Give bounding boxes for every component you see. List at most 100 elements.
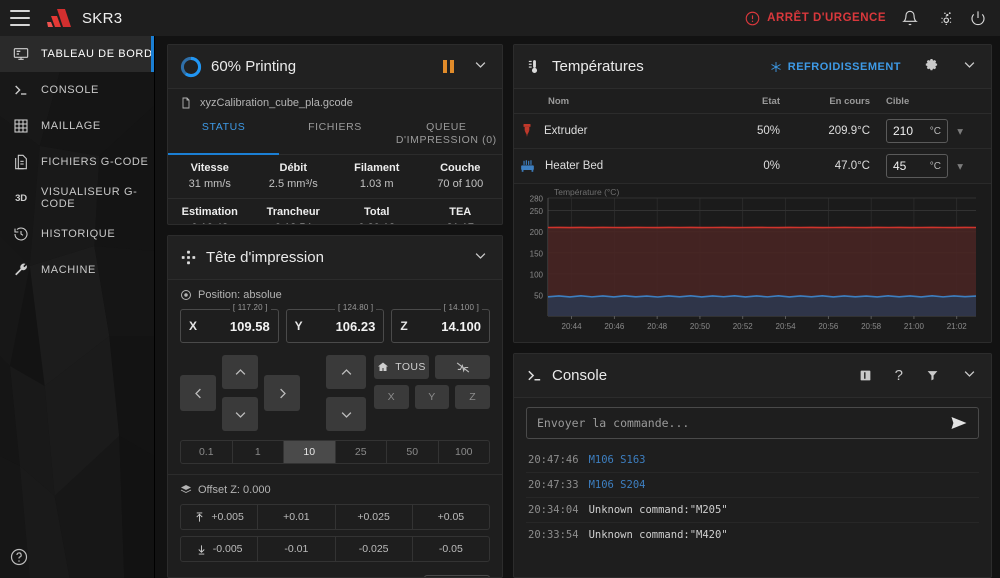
z-offset-value: -0.005: [212, 543, 243, 556]
console-log: 20:47:46 M106 S163 20:47:33 M106 S204 20…: [526, 448, 979, 547]
print-stats-row-2: Estimation 0:16:42 Trancheur 0:12:54 Tot…: [168, 199, 502, 224]
heater-state: 0%: [706, 148, 786, 184]
jog-y-plus-button[interactable]: [222, 355, 258, 390]
sidebar-item-mesh[interactable]: MAILLAGE: [0, 108, 154, 144]
z-offset-down-0005[interactable]: -0.005: [181, 537, 259, 562]
chevron-left-icon: [194, 388, 201, 399]
power-icon[interactable]: [968, 8, 988, 28]
jog-x-plus-button[interactable]: [264, 375, 300, 412]
jog-z-plus-button[interactable]: [326, 355, 366, 390]
sidebar-item-label: MACHINE: [41, 264, 96, 276]
chevron-down-icon[interactable]: [469, 248, 492, 268]
axis-z-readout[interactable]: [ 14.100 ] Z 14.100: [391, 303, 491, 344]
z-offset-down-005[interactable]: -0.05: [413, 537, 489, 561]
axis-y-label: Y: [294, 319, 303, 334]
tab-status[interactable]: STATUS: [168, 113, 280, 156]
home-icon: [378, 362, 389, 372]
caret-down-icon[interactable]: ▾: [951, 126, 963, 138]
tab-print-queue[interactable]: QUEUE D'IMPRESSION (0): [391, 113, 502, 154]
axis-y-readout[interactable]: [ 124.80 ] Y 106.23: [285, 303, 385, 344]
jog-y-minus-button[interactable]: [222, 397, 258, 432]
step-25[interactable]: 25: [336, 441, 387, 464]
heater-target-input[interactable]: 45 °C: [886, 154, 948, 178]
temperatures-title: Températures: [552, 58, 644, 75]
hamburger-icon[interactable]: [10, 10, 30, 26]
jog-xy-pad: [180, 355, 320, 432]
home-row-top: TOUS: [374, 355, 490, 380]
z-offset-up-001[interactable]: +0.01: [258, 505, 336, 530]
axis-x-value: 109.58: [229, 318, 270, 334]
col-current: En cours: [786, 89, 876, 114]
list-item: 20:33:54 Unknown command:"M420": [526, 522, 979, 547]
progress-ring-icon: [180, 56, 202, 77]
z-offset-down-row: -0.005 -0.01 -0.025 -0.05: [180, 536, 490, 563]
jog-z-pad: [326, 355, 368, 432]
arrow-up-icon: [196, 512, 203, 522]
sidebar-item-gcode-files[interactable]: FICHIERS G-CODE: [0, 144, 154, 180]
stat-value: 0:30:13: [337, 222, 417, 224]
stat-label: Couche: [440, 162, 481, 175]
panel-icon[interactable]: [859, 369, 872, 382]
cooling-button[interactable]: REFROIDISSEMENT: [770, 61, 901, 73]
step-1[interactable]: 1: [233, 441, 284, 464]
stat-value: 21:17: [421, 222, 501, 224]
home-x-button[interactable]: X: [374, 385, 409, 410]
file-code-icon: [12, 153, 30, 171]
z-offset-up-0025[interactable]: +0.025: [336, 505, 413, 530]
main-content: 60% Printing xyzCalibration_cube_pla.gco…: [155, 36, 1000, 578]
sidebar-item-label: MAILLAGE: [41, 120, 101, 132]
pause-icon[interactable]: [443, 60, 454, 73]
topbar-actions: ARRÊT D'URGENCE: [745, 8, 988, 28]
step-0-1[interactable]: 0.1: [181, 441, 233, 464]
sidebar-item-history[interactable]: HISTORIQUE: [0, 216, 154, 252]
temperatures-table: Nom Etat En cours Cible Extruder 50% 209…: [514, 89, 991, 184]
home-z-button[interactable]: Z: [455, 385, 491, 410]
gear-icon[interactable]: [924, 59, 939, 74]
table-row: Heater Bed 0% 47.0°C 45 °C ▾: [514, 148, 991, 184]
step-50[interactable]: 50: [387, 441, 439, 464]
step-size-selector: 0.1 1 10 25 50 100: [180, 440, 490, 465]
caret-down-icon[interactable]: ▾: [951, 161, 963, 173]
stat-flow: Débit 2.5 mm³/s: [252, 155, 336, 198]
sidebar-item-console[interactable]: CONSOLE: [0, 72, 154, 108]
svg-text:20:48: 20:48: [647, 322, 668, 331]
right-column: Températures REFROIDISSEMENT Nom Etat En…: [513, 44, 992, 578]
z-offset-down-001[interactable]: -0.01: [258, 537, 336, 562]
send-icon[interactable]: [950, 416, 968, 430]
tab-files[interactable]: FICHIERS: [279, 113, 390, 154]
chevron-down-icon[interactable]: [958, 366, 981, 386]
app-body: TABLEAU DE BORD CONSOLE MAILLAGE FICHIER…: [0, 36, 1000, 578]
console-command-input[interactable]: [537, 416, 950, 430]
settings-gear-icon[interactable]: [934, 8, 954, 28]
help-circle-icon[interactable]: [10, 548, 28, 566]
jog-x-minus-button[interactable]: [180, 375, 216, 412]
stat-label: Trancheur: [266, 206, 320, 219]
z-offset-up-row: +0.005 +0.01 +0.025 +0.05: [180, 504, 490, 531]
sidebar-item-dashboard[interactable]: TABLEAU DE BORD: [0, 36, 154, 72]
axis-y-limit: [ 124.80 ]: [334, 303, 377, 313]
brand-logo-icon: [47, 9, 71, 27]
top-bar: SKR3 ARRÊT D'URGENCE: [0, 0, 1000, 36]
step-100[interactable]: 100: [439, 441, 490, 463]
sidebar-item-gcode-viewer[interactable]: 3D VISUALISEUR G-CODE: [0, 180, 154, 216]
axis-x-readout[interactable]: [ 117.20 ] X 109.58: [180, 303, 279, 344]
help-question-icon[interactable]: ?: [895, 367, 903, 384]
console-body: 20:47:46 M106 S163 20:47:33 M106 S204 20…: [514, 398, 991, 547]
chevron-down-icon[interactable]: [469, 57, 492, 77]
motors-off-button[interactable]: [435, 355, 490, 380]
bell-icon[interactable]: [900, 8, 920, 28]
chevron-down-icon[interactable]: [958, 57, 981, 77]
home-y-button[interactable]: Y: [414, 385, 450, 410]
filter-icon[interactable]: [926, 369, 939, 382]
sidebar-item-machine[interactable]: MACHINE: [0, 252, 154, 288]
z-offset-down-0025[interactable]: -0.025: [336, 537, 413, 562]
axis-readouts: [ 117.20 ] X 109.58 [ 124.80 ] Y 106.23 …: [180, 303, 491, 344]
emergency-stop-button[interactable]: ARRÊT D'URGENCE: [745, 11, 886, 26]
z-offset-up-005[interactable]: +0.05: [413, 505, 489, 529]
step-10[interactable]: 10: [284, 441, 336, 464]
home-all-button[interactable]: TOUS: [374, 355, 429, 380]
axis-z-label: Z: [400, 319, 408, 334]
jog-z-minus-button[interactable]: [326, 397, 366, 432]
heater-target-input[interactable]: 210 °C: [886, 119, 948, 143]
z-offset-up-0005[interactable]: +0.005: [181, 505, 259, 530]
